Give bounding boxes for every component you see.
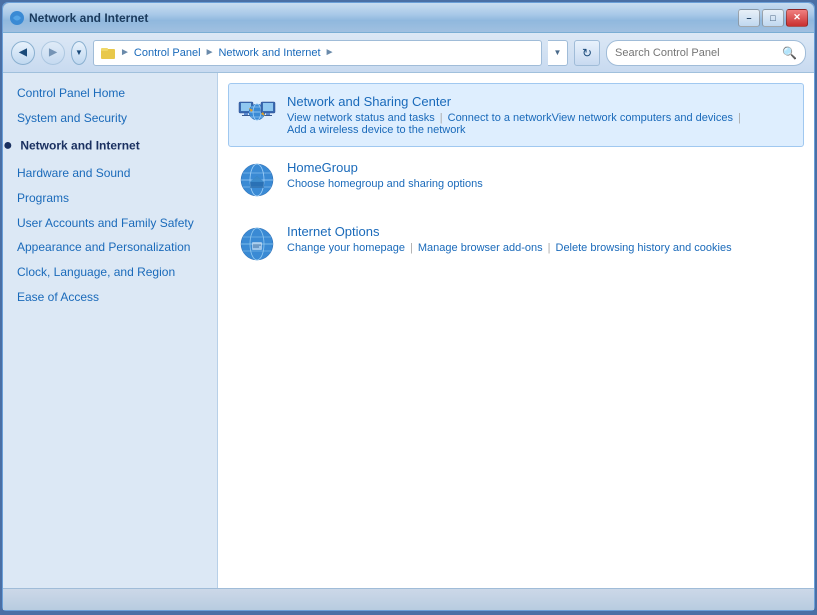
- search-bar: 🔍: [606, 40, 806, 66]
- breadcrumb-network-internet[interactable]: Network and Internet: [218, 47, 320, 59]
- main-window: Network and Internet – □ ✕ ◀ ▶ ▼ ► Contr…: [2, 2, 815, 611]
- status-bar: [3, 588, 814, 610]
- connect-network-link[interactable]: Connect to a network: [448, 112, 552, 124]
- homegroup-text: HomeGroup Choose homegroup and sharing o…: [287, 160, 483, 190]
- close-button[interactable]: ✕: [786, 9, 808, 27]
- breadcrumb-sep-3: ►: [325, 47, 335, 58]
- maximize-button[interactable]: □: [762, 9, 784, 27]
- breadcrumb-sep-2: ►: [205, 47, 215, 58]
- minimize-button[interactable]: –: [738, 9, 760, 27]
- choose-homegroup-link[interactable]: Choose homegroup and sharing options: [287, 178, 483, 190]
- title-bar-left: Network and Internet: [9, 10, 148, 26]
- forward-button[interactable]: ▶: [41, 41, 65, 65]
- sidebar-item-appearance[interactable]: Appearance and Personalization: [3, 235, 217, 260]
- content-panel: Network and Sharing Center View network …: [218, 73, 814, 588]
- internet-options-title[interactable]: Internet Options: [287, 224, 732, 239]
- homegroup-item: HomeGroup Choose homegroup and sharing o…: [228, 149, 804, 211]
- breadcrumb-bar: ► Control Panel ► Network and Internet ►: [93, 40, 542, 66]
- sidebar-item-hardware-sound[interactable]: Hardware and Sound: [3, 161, 217, 186]
- active-bullet: ●: [3, 135, 17, 157]
- window-icon: [9, 10, 25, 26]
- sidebar: Control Panel Home System and Security ●…: [3, 73, 218, 588]
- network-sharing-title[interactable]: Network and Sharing Center: [287, 94, 795, 109]
- recent-pages-button[interactable]: ▼: [71, 41, 87, 65]
- homegroup-title[interactable]: HomeGroup: [287, 160, 483, 175]
- search-input[interactable]: [615, 47, 778, 59]
- folder-icon: [100, 45, 116, 61]
- sidebar-item-user-accounts[interactable]: User Accounts and Family Safety: [3, 211, 217, 236]
- refresh-button[interactable]: ↻: [574, 40, 600, 66]
- sidebar-item-clock-language[interactable]: Clock, Language, and Region: [3, 260, 217, 285]
- sidebar-item-ease-access[interactable]: Ease of Access: [3, 285, 217, 310]
- breadcrumb-dropdown[interactable]: ▼: [548, 40, 568, 66]
- sidebar-item-system-security[interactable]: System and Security: [3, 106, 217, 131]
- view-network-status-link[interactable]: View network status and tasks: [287, 112, 435, 124]
- network-sharing-links: View network status and tasks | Connect …: [287, 112, 795, 136]
- title-bar: Network and Internet – □ ✕: [3, 3, 814, 33]
- sidebar-item-programs[interactable]: Programs: [3, 186, 217, 211]
- internet-options-text: Internet Options Change your homepage | …: [287, 224, 732, 254]
- homegroup-icon: [237, 160, 277, 200]
- network-sharing-item: Network and Sharing Center View network …: [228, 83, 804, 147]
- sidebar-item-control-panel-home[interactable]: Control Panel Home: [3, 81, 217, 106]
- window-title: Network and Internet: [29, 11, 148, 25]
- title-bar-controls: – □ ✕: [738, 9, 808, 27]
- search-icon[interactable]: 🔍: [782, 46, 797, 60]
- internet-options-icon: [237, 224, 277, 264]
- sidebar-item-network-internet: ● Network and Internet: [3, 131, 217, 161]
- view-network-computers-link[interactable]: View network computers and devices: [552, 112, 733, 124]
- network-sharing-icon: [237, 94, 277, 134]
- change-homepage-link[interactable]: Change your homepage: [287, 242, 405, 254]
- network-sharing-text: Network and Sharing Center View network …: [287, 94, 795, 136]
- manage-addons-link[interactable]: Manage browser add-ons: [418, 242, 543, 254]
- add-wireless-device-link[interactable]: Add a wireless device to the network: [287, 124, 466, 136]
- back-button[interactable]: ◀: [11, 41, 35, 65]
- homegroup-links: Choose homegroup and sharing options: [287, 178, 483, 190]
- delete-history-link[interactable]: Delete browsing history and cookies: [556, 242, 732, 254]
- nav-bar: ◀ ▶ ▼ ► Control Panel ► Network and Inte…: [3, 33, 814, 73]
- main-area: Control Panel Home System and Security ●…: [3, 73, 814, 588]
- breadcrumb-sep-1: ►: [120, 47, 130, 58]
- internet-options-item: Internet Options Change your homepage | …: [228, 213, 804, 275]
- internet-options-links: Change your homepage | Manage browser ad…: [287, 242, 732, 254]
- breadcrumb-control-panel[interactable]: Control Panel: [134, 47, 201, 59]
